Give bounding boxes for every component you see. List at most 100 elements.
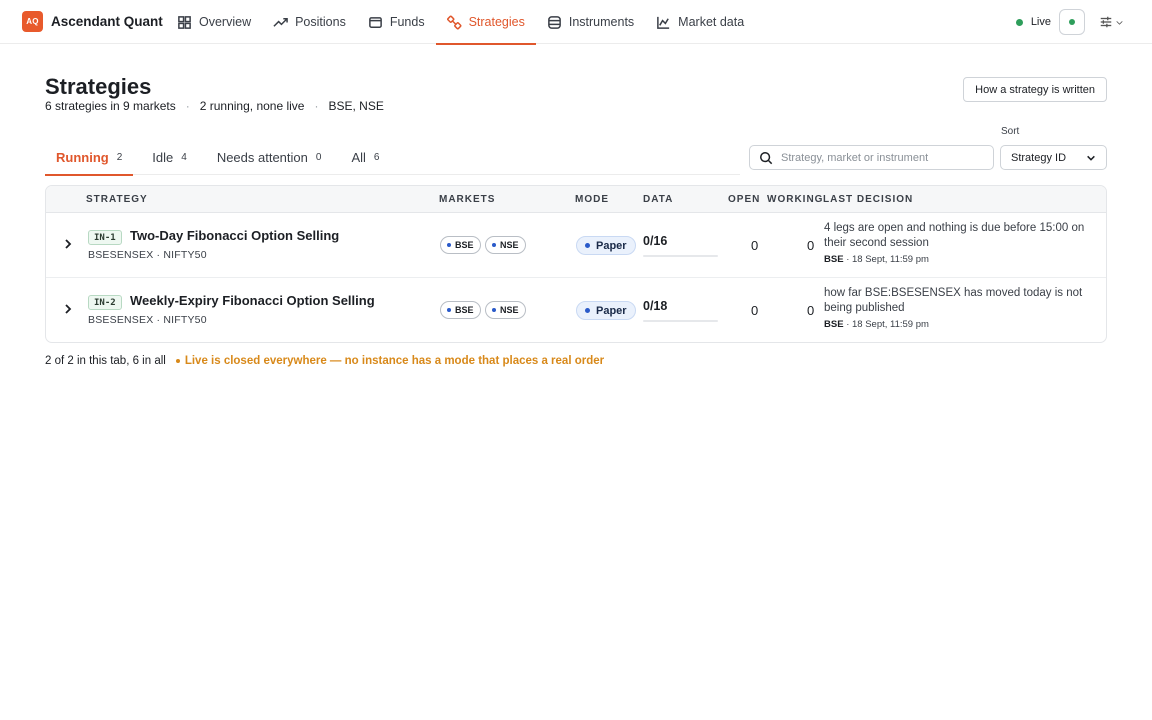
decision-time: · 18 Sept, 11:59 pm bbox=[846, 319, 929, 330]
expand-row-button[interactable] bbox=[62, 238, 74, 250]
settings-menu-button[interactable] bbox=[1099, 15, 1124, 29]
warning-dot bbox=[175, 359, 180, 363]
result-count: 2 of 2 in this tab, 6 in all bbox=[45, 355, 166, 367]
nav-positions[interactable]: Positions bbox=[262, 0, 357, 44]
open-count: 0 bbox=[751, 303, 759, 318]
sort-label: Sort bbox=[1001, 126, 1020, 137]
tab-count: 6 bbox=[373, 152, 380, 163]
last-decision-text: 4 legs are open and nothing is due befor… bbox=[824, 222, 1085, 249]
tab-label: Running bbox=[56, 150, 109, 165]
column-header-markets[interactable]: MARKETS bbox=[439, 194, 495, 205]
chevron-right-icon bbox=[65, 239, 72, 249]
tab-count: 2 bbox=[116, 152, 123, 163]
strategy-icon bbox=[446, 15, 462, 29]
table-header: STRATEGY MARKETS MODE DATA OPEN WORKING … bbox=[46, 186, 1106, 213]
tab-label: Needs attention bbox=[216, 150, 308, 165]
market-chip: BSE bbox=[440, 236, 481, 254]
brand-logo: AQ bbox=[22, 11, 43, 32]
tab-label: All bbox=[351, 150, 366, 165]
live-status-dot bbox=[1015, 18, 1023, 26]
expand-row-button[interactable] bbox=[62, 303, 74, 315]
mode-label: Paper bbox=[596, 239, 627, 252]
tab-all[interactable]: All 6 bbox=[340, 140, 390, 175]
strategy-tabs: Running 2 Idle 4 Needs attention 0 All 6 bbox=[45, 140, 740, 176]
open-count: 0 bbox=[751, 238, 759, 253]
column-header-last-decision[interactable]: LAST DECISION bbox=[823, 194, 913, 205]
column-header-strategy[interactable]: STRATEGY bbox=[86, 194, 148, 205]
column-header-mode[interactable]: MODE bbox=[575, 194, 609, 205]
strategy-id-badge: IN-1 bbox=[88, 230, 122, 245]
grid-icon bbox=[178, 15, 191, 29]
market-dot bbox=[447, 308, 451, 312]
sliders-icon bbox=[1100, 16, 1112, 28]
nav-label: Instruments bbox=[568, 15, 635, 29]
search-icon bbox=[760, 151, 773, 164]
chevron-right-icon bbox=[65, 304, 72, 314]
tab-count: 4 bbox=[181, 152, 187, 163]
market-chip: NSE bbox=[485, 236, 526, 254]
market-label: BSE bbox=[455, 305, 474, 315]
page-title: Strategies bbox=[45, 74, 152, 99]
column-header-data[interactable]: DATA bbox=[643, 194, 673, 205]
nav-label: Positions bbox=[295, 15, 346, 29]
market-chip: BSE bbox=[440, 301, 481, 319]
sort-select[interactable]: Strategy ID bbox=[1000, 145, 1107, 170]
nav-funds[interactable]: Funds bbox=[357, 0, 436, 44]
markets-list: BSE, NSE bbox=[328, 99, 384, 113]
nav-strategies[interactable]: Strategies bbox=[435, 0, 537, 45]
nav-right: Live bbox=[1015, 9, 1124, 35]
nav-instruments[interactable]: Instruments bbox=[536, 0, 645, 44]
brand[interactable]: AQ Ascendant Quant bbox=[22, 11, 163, 32]
nav-market-data[interactable]: Market data bbox=[645, 0, 755, 44]
live-toggle[interactable] bbox=[1059, 9, 1085, 35]
separator: · bbox=[185, 99, 190, 113]
mode-dot bbox=[585, 243, 590, 248]
brand-name: Ascendant Quant bbox=[51, 14, 163, 29]
tab-idle[interactable]: Idle 4 bbox=[141, 140, 198, 175]
strategy-name[interactable]: Two-Day Fibonacci Option Selling bbox=[130, 228, 339, 243]
table-row[interactable]: IN-2 Weekly-Expiry Fibonacci Option Sell… bbox=[46, 278, 1106, 342]
strategies-table: STRATEGY MARKETS MODE DATA OPEN WORKING … bbox=[45, 185, 1107, 343]
page-summary: 6 strategies in 9 markets · 2 running, n… bbox=[45, 99, 384, 113]
sort-value: Strategy ID bbox=[1011, 151, 1067, 164]
market-label: BSE bbox=[455, 240, 474, 250]
market-dot bbox=[492, 243, 496, 247]
strategy-count: 6 strategies in 9 markets bbox=[45, 99, 176, 113]
search-input[interactable] bbox=[781, 151, 981, 164]
wallet-icon bbox=[368, 16, 382, 28]
chart-icon bbox=[657, 16, 670, 29]
mode-label: Paper bbox=[596, 304, 627, 317]
column-header-working[interactable]: WORKING bbox=[767, 194, 823, 205]
main-nav: Overview Positions Funds Strategies Inst… bbox=[166, 0, 755, 45]
stack-icon bbox=[547, 15, 561, 29]
table-row[interactable]: IN-1 Two-Day Fibonacci Option Selling BS… bbox=[46, 213, 1106, 278]
tab-running[interactable]: Running 2 bbox=[45, 140, 134, 176]
search-box[interactable] bbox=[749, 145, 994, 170]
top-navigation: AQ Ascendant Quant Overview Positions Fu… bbox=[0, 0, 1152, 45]
last-decision-meta: BSE · 18 Sept, 11:59 pm bbox=[824, 254, 929, 265]
market-chip: NSE bbox=[485, 301, 526, 319]
tab-needs-attention[interactable]: Needs attention 0 bbox=[206, 140, 333, 175]
strategy-instruments: BSESENSEX · NIFTY50 bbox=[88, 314, 207, 326]
nav-overview[interactable]: Overview bbox=[166, 0, 262, 44]
note-text: Live is closed everywhere — no instance … bbox=[184, 355, 605, 367]
mode-badge: Paper bbox=[576, 301, 636, 320]
nav-label: Funds bbox=[389, 15, 425, 29]
data-progress-value: 0/18 bbox=[643, 299, 668, 313]
table-footer: 2 of 2 in this tab, 6 in all Live is clo… bbox=[45, 355, 604, 367]
column-header-open[interactable]: OPEN bbox=[728, 194, 760, 205]
data-progress-bar bbox=[643, 255, 718, 257]
working-count: 0 bbox=[807, 303, 815, 318]
decision-market: BSE bbox=[824, 319, 844, 330]
how-strategy-written-button[interactable]: How a strategy is written bbox=[963, 77, 1107, 102]
market-dot bbox=[447, 243, 451, 247]
chevron-down-icon bbox=[1087, 155, 1095, 161]
live-label: Live bbox=[1030, 16, 1051, 28]
separator: · bbox=[314, 99, 319, 113]
mode-badge: Paper bbox=[576, 236, 636, 255]
decision-market: BSE bbox=[824, 254, 844, 265]
market-dot bbox=[492, 308, 496, 312]
strategy-name[interactable]: Weekly-Expiry Fibonacci Option Selling bbox=[130, 293, 375, 308]
strategy-instruments: BSESENSEX · NIFTY50 bbox=[88, 249, 207, 261]
nav-label: Strategies bbox=[468, 15, 525, 29]
